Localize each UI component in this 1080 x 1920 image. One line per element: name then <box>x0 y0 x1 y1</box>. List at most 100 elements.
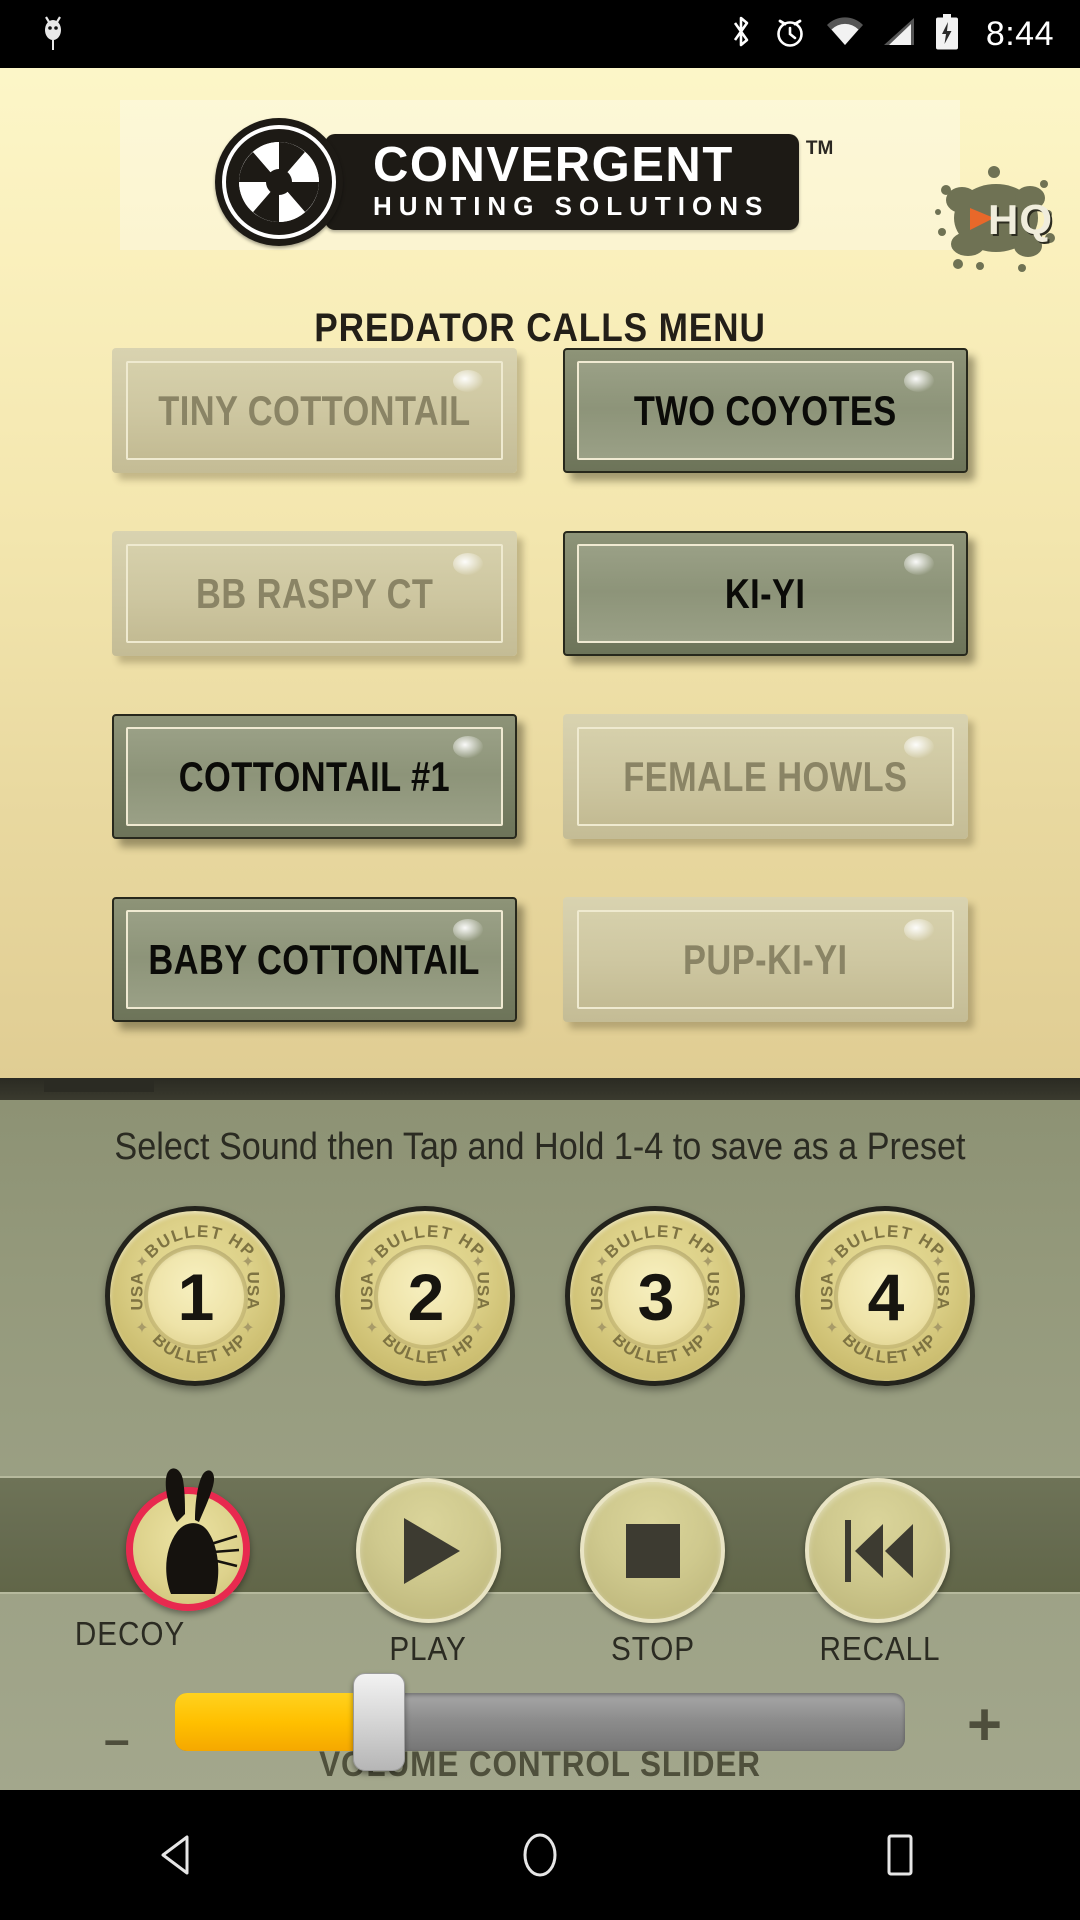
app-root: 8:44 CONVERGENT HUNTING SOLUTIONS TM PRE… <box>0 0 1080 1920</box>
volume-slider-fill <box>175 1693 380 1751</box>
button-glint <box>904 919 934 941</box>
play-label: PLAY <box>389 1630 467 1667</box>
volume-slider-thumb[interactable] <box>353 1673 406 1771</box>
status-bar-left <box>0 12 120 57</box>
status-bar: 8:44 <box>0 0 1080 68</box>
trademark-mark: TM <box>805 138 834 159</box>
recents-square-icon <box>887 1834 913 1876</box>
sound-button-female-howls[interactable]: FEMALE HOWLS <box>563 714 968 839</box>
rabbit-decoy-icon <box>165 1468 240 1594</box>
star-icon: ✦ <box>471 1320 485 1337</box>
star-icon: ✦ <box>701 1320 715 1337</box>
preset-button-1[interactable]: BULLET HP BULLET HP USA USA ✦ ✦ ✦ ✦ 1 <box>105 1206 285 1386</box>
recall-button[interactable] <box>805 1478 950 1623</box>
sound-button-label: BB RASPY CT <box>195 569 434 617</box>
home-button[interactable] <box>475 1790 605 1920</box>
sound-button-label: PUP-KI-YI <box>683 935 848 983</box>
sound-button-label: BABY COTTONTAIL <box>148 935 481 983</box>
brand-name: CONVERGENT <box>373 138 734 193</box>
sound-button-grid: TINY COTTONTAIL TWO COYOTES BB RASPY CT … <box>0 348 1080 1078</box>
stop-icon <box>625 1523 680 1578</box>
button-glint <box>904 370 934 392</box>
star-icon: ✦ <box>931 1320 945 1337</box>
sound-row-1: TINY COTTONTAIL TWO COYOTES <box>0 348 1080 473</box>
sound-row-4: BABY COTTONTAIL PUP-KI-YI <box>0 897 1080 1022</box>
wifi-icon <box>826 16 864 53</box>
star-icon: ✦ <box>365 1254 379 1271</box>
star-icon: ✦ <box>471 1254 485 1271</box>
sound-button-label: TWO COYOTES <box>634 386 897 434</box>
star-icon: ✦ <box>241 1254 255 1271</box>
volume-decrease-button[interactable]: – <box>104 1712 130 1766</box>
recall-label: RECALL <box>819 1630 941 1667</box>
preset-number: 1 <box>177 1260 215 1334</box>
decoy-button[interactable] <box>126 1468 250 1611</box>
decoy-label: DECOY <box>74 1615 186 1652</box>
brand-logo: CONVERGENT HUNTING SOLUTIONS TM <box>215 118 833 246</box>
alarm-icon <box>772 14 808 55</box>
android-debug-icon <box>40 12 66 57</box>
back-button[interactable] <box>115 1790 245 1920</box>
home-circle-icon <box>523 1833 557 1877</box>
sound-row-3: COTTONTAIL #1 FEMALE HOWLS <box>0 714 1080 839</box>
back-triangle-icon <box>161 1835 189 1875</box>
volume-caption: VOLUME CONTROL SLIDER <box>319 1745 761 1784</box>
sound-button-two-coyotes[interactable]: TWO COYOTES <box>563 348 968 473</box>
stop-button[interactable] <box>580 1478 725 1623</box>
android-nav-bar <box>0 1790 1080 1920</box>
hq-button[interactable]: HQ <box>932 160 1058 278</box>
brand-tagline: HUNTING SOLUTIONS <box>373 191 770 222</box>
status-bar-clock: 8:44 <box>985 14 1054 53</box>
sound-button-tiny-cottontail[interactable]: TINY COTTONTAIL <box>112 348 517 473</box>
star-icon: ✦ <box>135 1254 149 1271</box>
status-bar-right: 8:44 <box>728 13 1080 56</box>
transport-controls: DECOY PLAY STOP RECALL <box>0 1430 1080 1667</box>
hq-label: HQ <box>988 196 1053 243</box>
sound-button-label: KI-YI <box>725 569 806 617</box>
star-icon: ✦ <box>825 1254 839 1271</box>
sound-button-ki-yi[interactable]: KI-YI <box>563 531 968 656</box>
volume-increase-button[interactable]: + <box>967 1690 1002 1759</box>
sound-button-label: COTTONTAIL #1 <box>178 752 451 800</box>
play-button[interactable] <box>356 1478 501 1623</box>
star-icon: ✦ <box>595 1320 609 1337</box>
star-icon: ✦ <box>241 1320 255 1337</box>
sound-button-label: TINY COTTONTAIL <box>158 386 471 434</box>
preset-button-3[interactable]: BULLET HP BULLET HP USA USA ✦ ✦ ✦ ✦ 3 <box>565 1206 745 1386</box>
button-glint <box>904 553 934 575</box>
star-icon: ✦ <box>135 1320 149 1337</box>
play-icon <box>403 1517 460 1584</box>
star-icon: ✦ <box>595 1254 609 1271</box>
skip-to-start-icon <box>844 1519 913 1582</box>
star-icon: ✦ <box>701 1254 715 1271</box>
button-glint <box>904 736 934 758</box>
preset-number: 4 <box>867 1260 905 1334</box>
sound-button-baby-cottontail[interactable]: BABY COTTONTAIL <box>112 897 517 1022</box>
sound-button-cottontail-1[interactable]: COTTONTAIL #1 <box>112 714 517 839</box>
star-icon: ✦ <box>931 1254 945 1271</box>
preset-button-4[interactable]: BULLET HP BULLET HP USA USA ✦ ✦ ✦ ✦ 4 <box>795 1206 975 1386</box>
predator-calls-panel: CONVERGENT HUNTING SOLUTIONS TM PREDATOR… <box>0 68 1080 1078</box>
brand-wordmark: CONVERGENT HUNTING SOLUTIONS TM <box>325 134 833 230</box>
star-icon: ✦ <box>365 1320 379 1337</box>
sound-button-label: FEMALE HOWLS <box>623 752 908 800</box>
volume-slider-track[interactable] <box>175 1673 905 1771</box>
cellular-signal-icon <box>882 16 916 53</box>
sound-button-bb-raspy-ct[interactable]: BB RASPY CT <box>112 531 517 656</box>
page-title: PREDATOR CALLS MENU <box>314 306 766 350</box>
panel-divider <box>0 1078 1080 1100</box>
preset-number: 2 <box>407 1260 445 1334</box>
button-glint <box>453 553 483 575</box>
sound-row-2: BB RASPY CT KI-YI <box>0 531 1080 656</box>
panel-tab <box>44 1078 154 1092</box>
stop-label: STOP <box>611 1630 695 1667</box>
button-glint <box>453 736 483 758</box>
star-icon: ✦ <box>825 1320 839 1337</box>
preset-button-2[interactable]: BULLET HP BULLET HP USA USA ✦ ✦ ✦ ✦ 2 <box>335 1206 515 1386</box>
preset-hint-text: Select Sound then Tap and Hold 1-4 to sa… <box>114 1126 966 1168</box>
sound-button-pup-ki-yi[interactable]: PUP-KI-YI <box>563 897 968 1022</box>
aperture-logo-icon <box>215 118 343 246</box>
recents-button[interactable] <box>835 1790 965 1920</box>
bluetooth-icon <box>728 13 754 56</box>
preset-number: 3 <box>637 1260 675 1334</box>
